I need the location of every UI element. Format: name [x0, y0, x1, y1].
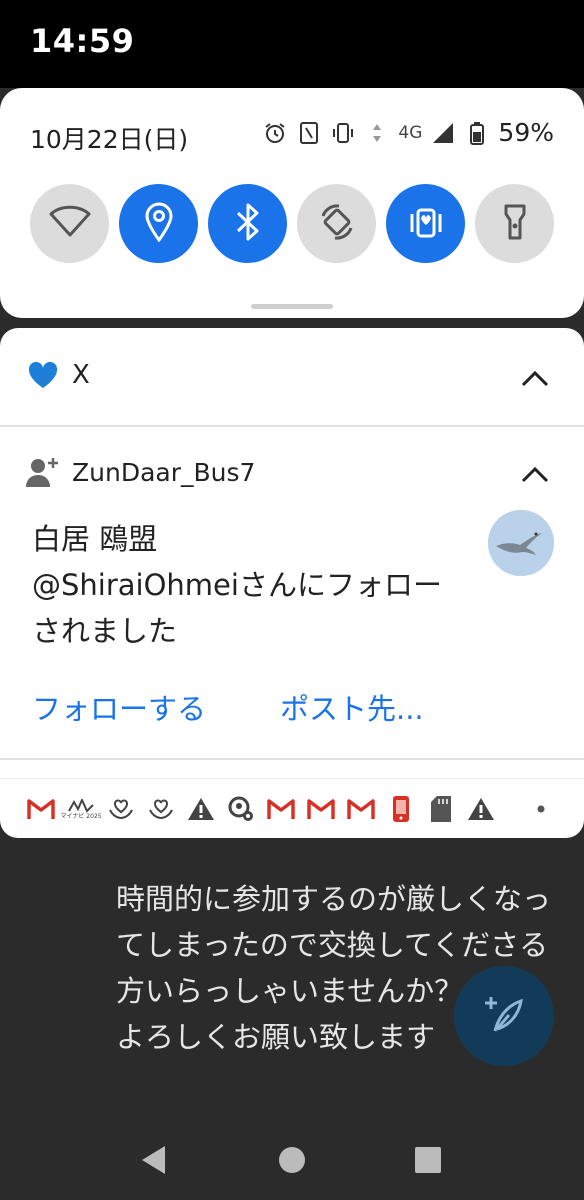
wifi-icon [48, 205, 92, 243]
navigation-bar [0, 1118, 584, 1200]
heart-hands-icon [146, 794, 176, 824]
tile-location[interactable] [119, 184, 198, 263]
notification-message: 白居 鴎盟 @ShiraiOhmeiさんにフォローされました [32, 522, 442, 648]
avatar [488, 510, 554, 576]
battery-icon [464, 120, 490, 146]
compose-post-button[interactable] [454, 966, 554, 1066]
home-button[interactable] [274, 1142, 310, 1178]
add-person-icon [26, 456, 60, 492]
notification-card[interactable]: X ZunDaar_Bus7 白居 鴎盟 @ShiraiOhmeiさんにフォロー… [0, 328, 584, 838]
dot-icon [526, 794, 556, 824]
divider [0, 778, 584, 779]
nfc-icon [296, 120, 322, 146]
app-name: X [72, 360, 90, 390]
compose-feather-icon [479, 989, 529, 1043]
vibrate-status-icon [330, 120, 356, 146]
qs-drag-handle[interactable] [251, 304, 333, 309]
rotate-icon [317, 202, 357, 246]
flashlight-icon [501, 202, 529, 246]
bluetooth-icon [235, 202, 261, 246]
collapse-app-chevron-icon[interactable] [520, 368, 550, 388]
qs-status-icons: 4G 59% [262, 118, 554, 147]
tile-vibrate[interactable] [386, 184, 465, 263]
tile-auto-rotate[interactable] [297, 184, 376, 263]
notification-app-header[interactable]: X [0, 328, 584, 424]
warning-icon [466, 794, 496, 824]
gmail-icon [346, 794, 376, 824]
gmail-icon [26, 794, 56, 824]
alarm-icon [262, 120, 288, 146]
quick-settings-panel: 10月22日(日) 4G 59% [0, 88, 584, 318]
x-heart-icon [28, 361, 58, 393]
sd-card-icon [426, 794, 456, 824]
qs-date[interactable]: 10月22日(日) [30, 120, 188, 156]
heart-hands-icon [106, 794, 136, 824]
mynavi-icon: マイナビ 2025 [60, 794, 102, 824]
qs-tiles [30, 184, 554, 263]
data-arrows-icon [364, 120, 390, 146]
tile-wifi[interactable] [30, 184, 109, 263]
mynavi-label: マイナビ 2025 [60, 812, 102, 820]
tile-bluetooth[interactable] [208, 184, 287, 263]
warning-icon [186, 794, 216, 824]
gmail-icon [266, 794, 296, 824]
gear-person-icon [226, 794, 256, 824]
vibrate-icon [406, 202, 446, 246]
notification-icon-strip: マイナビ 2025 [26, 794, 556, 824]
post-action-button[interactable]: ポスト先... [280, 686, 424, 728]
phone-app-icon [386, 794, 416, 824]
status-bar: 14:59 [0, 0, 584, 88]
account-name: ZunDaar_Bus7 [72, 458, 256, 487]
collapse-notification-chevron-icon[interactable] [520, 464, 550, 484]
recents-button[interactable] [410, 1142, 446, 1178]
divider [0, 758, 584, 760]
status-clock: 14:59 [30, 22, 135, 60]
follow-action-button[interactable]: フォローする [32, 686, 206, 728]
signal-icon [430, 120, 456, 146]
divider [0, 425, 584, 427]
back-button[interactable] [136, 1142, 172, 1178]
gmail-icon [306, 794, 336, 824]
network-type: 4G [398, 122, 423, 143]
location-pin-icon [144, 202, 174, 246]
battery-percent: 59% [498, 118, 554, 147]
tile-flashlight[interactable] [475, 184, 554, 263]
